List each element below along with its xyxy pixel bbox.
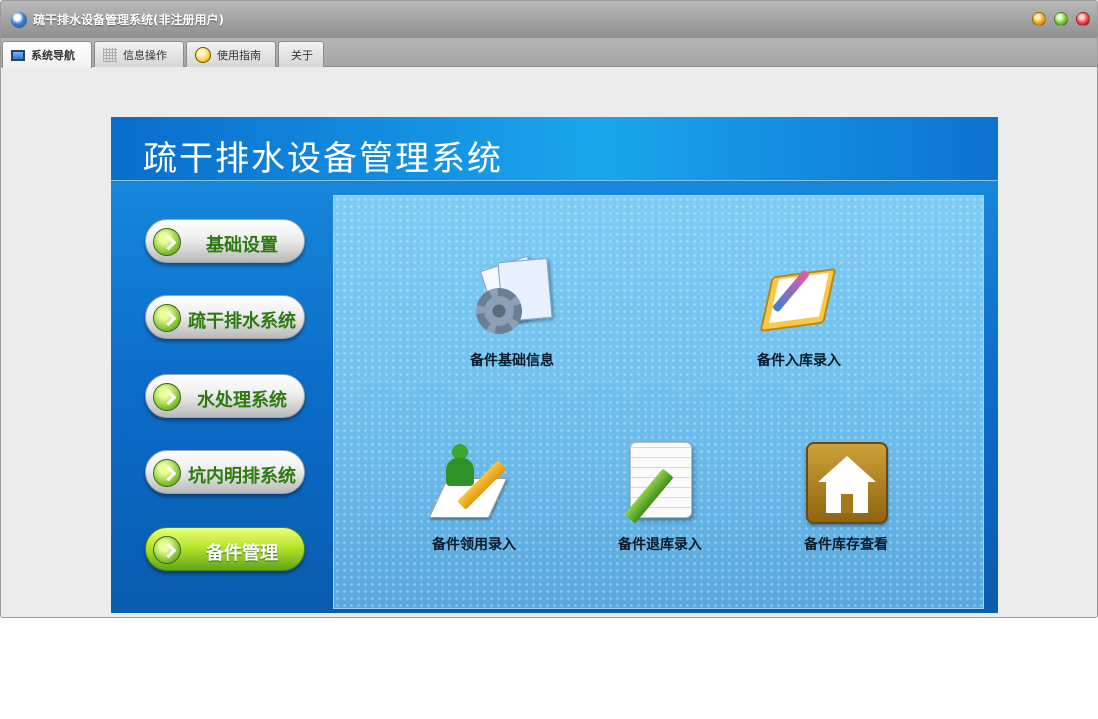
tab-label: 使用指南 xyxy=(217,48,261,62)
menu-label: 疏干排水系统 xyxy=(188,311,296,332)
menu-label: 备件管理 xyxy=(206,543,278,564)
tab-system-nav[interactable]: 系统导航 xyxy=(2,41,92,68)
lightbulb-icon xyxy=(195,46,211,63)
window-title: 疏干排水设备管理系统(非注册用户) xyxy=(33,13,224,27)
fn-label: 备件领用录入 xyxy=(432,537,516,553)
tab-user-guide[interactable]: 使用指南 xyxy=(186,41,276,67)
fn-label: 备件入库录入 xyxy=(757,353,841,369)
menu-spare-parts[interactable]: 备件管理 xyxy=(145,527,305,571)
tab-bar: 系统导航 信息操作 使用指南 关于 xyxy=(1,38,1097,68)
fn-spare-basic-info[interactable]: 备件基础信息 xyxy=(437,255,587,370)
fn-spare-requisition[interactable]: 备件领用录入 xyxy=(399,442,549,554)
chevron-right-icon xyxy=(153,383,181,411)
title-bar: 疏干排水设备管理系统(非注册用户) xyxy=(1,1,1097,38)
fn-label: 备件基础信息 xyxy=(470,353,554,369)
house-icon xyxy=(804,442,888,526)
menu-pit-drainage[interactable]: 坑内明排系统 xyxy=(145,450,305,494)
maximize-button[interactable] xyxy=(1054,12,1068,26)
menu-label: 坑内明排系统 xyxy=(188,466,296,487)
fn-spare-inventory[interactable]: 备件库存查看 xyxy=(771,442,921,554)
documents-gear-icon xyxy=(470,255,554,342)
chevron-right-icon xyxy=(153,228,181,256)
menu-basic-settings[interactable]: 基础设置 xyxy=(145,219,305,263)
tab-label: 系统导航 xyxy=(31,49,75,62)
chevron-right-icon xyxy=(153,459,181,487)
notepad-pencil-icon xyxy=(618,442,702,526)
nav-banner: 疏干排水设备管理系统 基础设置 疏干排水系统 水处理系统 坑内明排系统 备件管理 xyxy=(111,117,998,613)
fn-label: 备件库存查看 xyxy=(804,537,888,553)
monitor-icon xyxy=(11,49,25,61)
tab-info-operation[interactable]: 信息操作 xyxy=(94,41,184,67)
menu-drainage-system[interactable]: 疏干排水系统 xyxy=(145,295,305,339)
person-pencil-icon xyxy=(428,442,516,526)
fn-label: 备件退库录入 xyxy=(618,537,702,553)
grid-icon xyxy=(103,47,117,62)
fn-spare-return[interactable]: 备件退库录入 xyxy=(585,442,735,554)
menu-label: 水处理系统 xyxy=(197,390,287,411)
app-logo-icon xyxy=(11,12,27,28)
app-window: 疏干排水设备管理系统(非注册用户) 系统导航 信息操作 使用指南 关于 疏干排水… xyxy=(0,0,1098,618)
system-title: 疏干排水设备管理系统 xyxy=(143,139,503,179)
menu-water-treatment[interactable]: 水处理系统 xyxy=(145,374,305,418)
fn-spare-inbound[interactable]: 备件入库录入 xyxy=(724,258,874,370)
chevron-right-icon xyxy=(153,536,181,564)
function-panel: 备件基础信息 备件入库录入 备件领用录入 备件退库录入 备件库存查看 xyxy=(333,195,984,609)
menu-label: 基础设置 xyxy=(206,235,278,256)
tab-label: 关于 xyxy=(291,48,313,62)
chevron-right-icon xyxy=(153,304,181,332)
tab-label: 信息操作 xyxy=(123,48,167,62)
banner-header: 疏干排水设备管理系统 xyxy=(111,117,998,181)
tab-about[interactable]: 关于 xyxy=(278,41,324,67)
close-button[interactable] xyxy=(1076,12,1090,26)
minimize-button[interactable] xyxy=(1032,12,1046,26)
clipboard-pen-icon xyxy=(757,258,841,342)
